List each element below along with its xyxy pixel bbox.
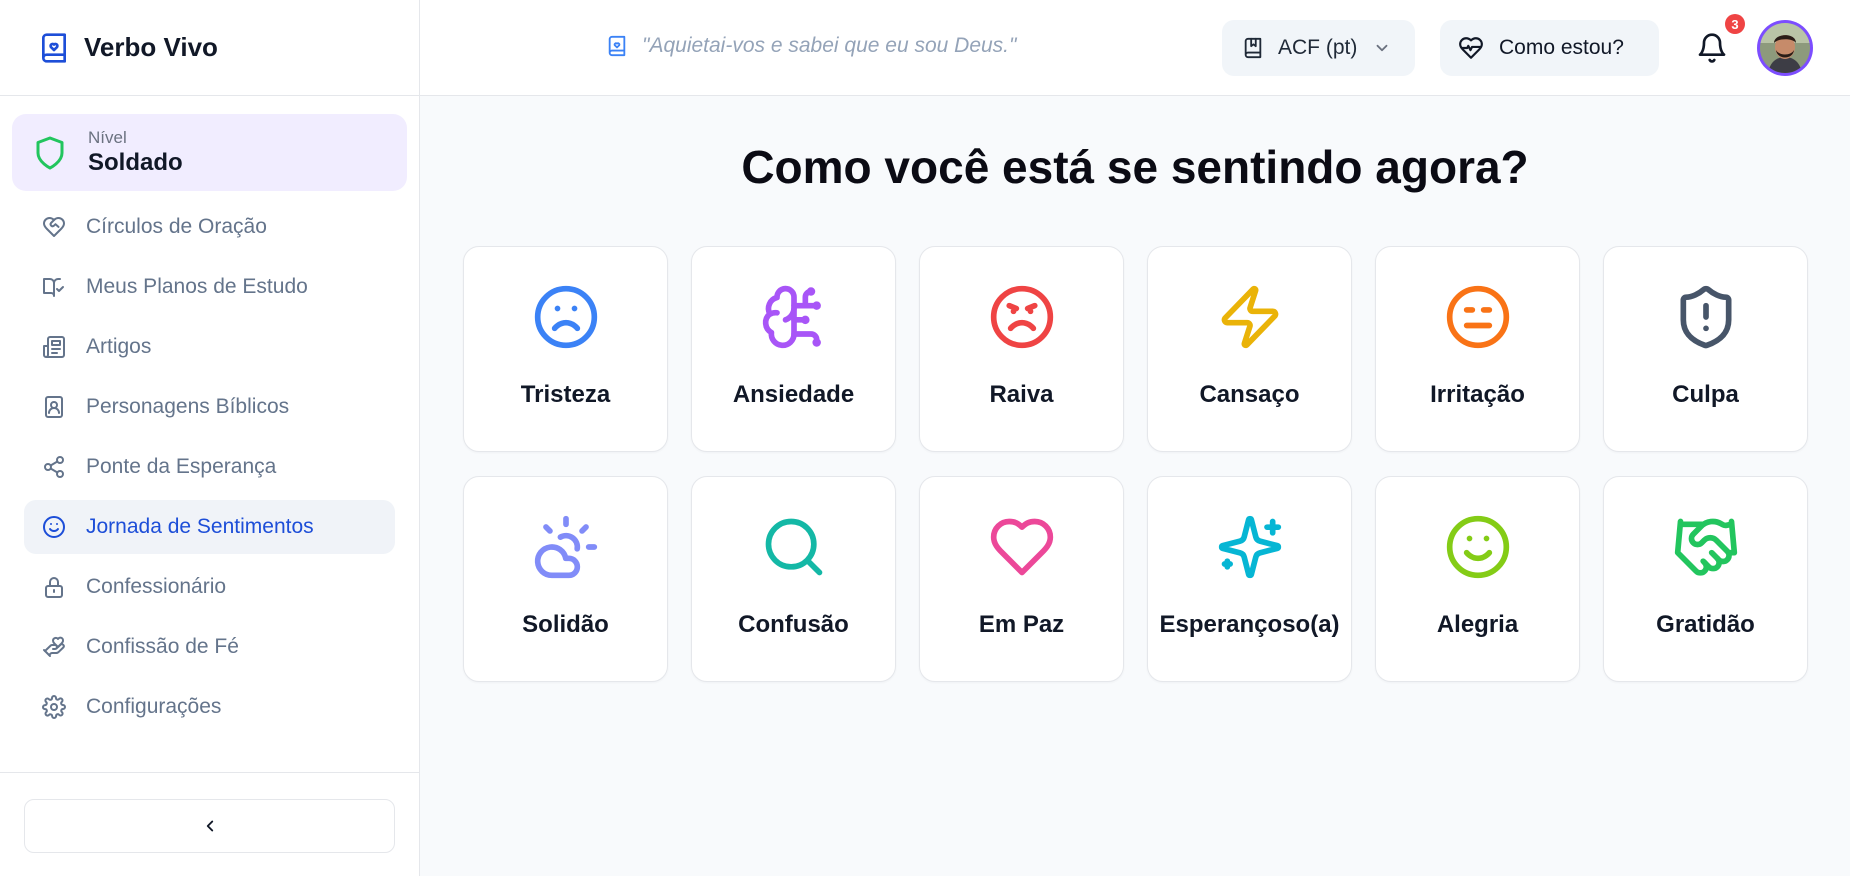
book-heart-icon (42, 32, 66, 63)
level-value: Soldado (88, 148, 183, 176)
angry-icon (990, 285, 1054, 349)
handshake-icon (1674, 518, 1738, 576)
smile-icon (43, 516, 65, 538)
emotion-label: Culpa (1672, 381, 1739, 408)
avatar-image (1760, 23, 1810, 73)
page-title: Como você está se sentindo agora? (741, 141, 1529, 193)
verse-text: "Aquietai-vos e sabei que eu sou Deus." (642, 34, 1017, 57)
emotion-label: Em Paz (978, 611, 1065, 638)
sidebar-nav: Círculos de Oração Meus Planos de Estudo… (24, 200, 395, 740)
emotion-label: Gratidão (1656, 611, 1755, 638)
bible-version-value: ACF (pt) (1278, 36, 1358, 59)
emotion-card-culpa[interactable]: Culpa (1603, 246, 1808, 452)
newspaper-icon (43, 336, 65, 358)
sidebar-item-label: Configurações (86, 695, 222, 718)
emotion-label: Confusão (738, 611, 849, 638)
emotion-label: Alegria (1436, 611, 1519, 638)
cloud-sun-icon (534, 515, 598, 579)
emotion-card-irritacao[interactable]: Irritação (1375, 246, 1580, 452)
heart-handshake-icon (43, 217, 65, 237)
heart-icon (990, 518, 1054, 576)
zap-icon (1221, 285, 1279, 349)
avatar[interactable] (1757, 20, 1813, 76)
sidebar-item-personagens[interactable]: Personagens Bíblicos (24, 380, 395, 434)
emotion-card-cansaco[interactable]: Cansaço (1147, 246, 1352, 452)
sidebar-item-label: Meus Planos de Estudo (86, 275, 308, 298)
sidebar-item-circulos-de-oracao[interactable]: Círculos de Oração (24, 200, 395, 254)
emotion-card-gratidao[interactable]: Gratidão (1603, 476, 1808, 682)
emotion-label: Ansiedade (732, 381, 855, 408)
gear-icon (42, 695, 66, 719)
emotion-label: Solidão (522, 611, 609, 638)
heart-pulse-icon (1459, 37, 1483, 59)
sidebar-item-label: Jornada de Sentimentos (86, 515, 314, 538)
sidebar-item-jornada-de-sentimentos[interactable]: Jornada de Sentimentos (24, 500, 395, 554)
sidebar-item-ponte-da-esperanca[interactable]: Ponte da Esperança (24, 440, 395, 494)
emotion-label: Tristeza (520, 381, 611, 408)
notification-badge: 3 (1725, 14, 1745, 34)
book-heart-icon (608, 35, 626, 57)
emotion-card-esperancoso[interactable]: Esperançoso(a) (1147, 476, 1352, 682)
how-am-i-button[interactable]: Como estou? (1440, 20, 1659, 76)
collapse-sidebar-button[interactable] (24, 799, 395, 853)
emotion-label: Irritação (1430, 381, 1525, 408)
brand[interactable]: Verbo Vivo (0, 0, 419, 96)
contact-book-icon (45, 396, 63, 418)
sparkles-icon (1218, 515, 1282, 579)
frown-icon (534, 285, 598, 349)
share-icon (44, 456, 64, 478)
emotion-card-tristeza[interactable]: Tristeza (463, 246, 668, 452)
sidebar-item-configuracoes[interactable]: Configurações (24, 680, 395, 734)
emotion-card-solidao[interactable]: Solidão (463, 476, 668, 682)
sidebar-item-label: Personagens Bíblicos (86, 395, 290, 418)
smile-icon (1446, 515, 1510, 579)
meh-icon (1446, 285, 1510, 349)
chevron-left-icon (206, 820, 213, 832)
sidebar-item-label: Confessionário (86, 575, 227, 598)
emotion-label: Raiva (989, 381, 1054, 408)
book-check-icon (43, 278, 64, 297)
emotion-card-alegria[interactable]: Alegria (1375, 476, 1580, 682)
emotion-label: Esperançoso(a) (1159, 611, 1340, 638)
brain-circuit-icon (762, 285, 821, 349)
emotion-card-confusao[interactable]: Confusão (691, 476, 896, 682)
sidebar-item-artigos[interactable]: Artigos (24, 320, 395, 374)
emotion-card-raiva[interactable]: Raiva (919, 246, 1124, 452)
how-am-i-label: Como estou? (1499, 36, 1624, 59)
sidebar-item-confissao-de-fe[interactable]: Confissão de Fé (24, 620, 395, 674)
bookmark-book-icon (1244, 37, 1262, 59)
sidebar-item-label: Confissão de Fé (86, 635, 239, 658)
app-name: Verbo Vivo (84, 32, 218, 62)
level-card: Nível Soldado (12, 114, 407, 191)
sidebar: Verbo Vivo Nível Soldado Círculos de Ora… (0, 0, 420, 876)
chevron-down-icon (1376, 44, 1388, 52)
sidebar-item-label: Círculos de Oração (86, 215, 267, 238)
emotion-label: Cansaço (1199, 381, 1300, 408)
sidebar-item-label: Ponte da Esperança (86, 455, 277, 478)
bible-version-select[interactable]: ACF (pt) (1222, 20, 1415, 76)
hand-heart-icon (43, 636, 65, 657)
shield-alert-icon (1680, 285, 1732, 349)
lock-icon (45, 577, 63, 598)
sidebar-footer (0, 772, 420, 876)
emotion-card-ansiedade[interactable]: Ansiedade (691, 246, 896, 452)
sidebar-item-confessionario[interactable]: Confessionário (24, 560, 395, 614)
top-header: "Aquietai-vos e sabei que eu sou Deus." … (420, 0, 1850, 96)
emotion-card-em-paz[interactable]: Em Paz (919, 476, 1124, 682)
search-icon (765, 518, 823, 576)
daily-verse: "Aquietai-vos e sabei que eu sou Deus." (606, 34, 1016, 58)
sidebar-item-label: Artigos (86, 335, 152, 358)
shield-icon (36, 136, 64, 169)
sidebar-item-meus-planos[interactable]: Meus Planos de Estudo (24, 260, 395, 314)
level-label: Nível (88, 127, 127, 147)
bell-icon[interactable] (1696, 32, 1728, 64)
